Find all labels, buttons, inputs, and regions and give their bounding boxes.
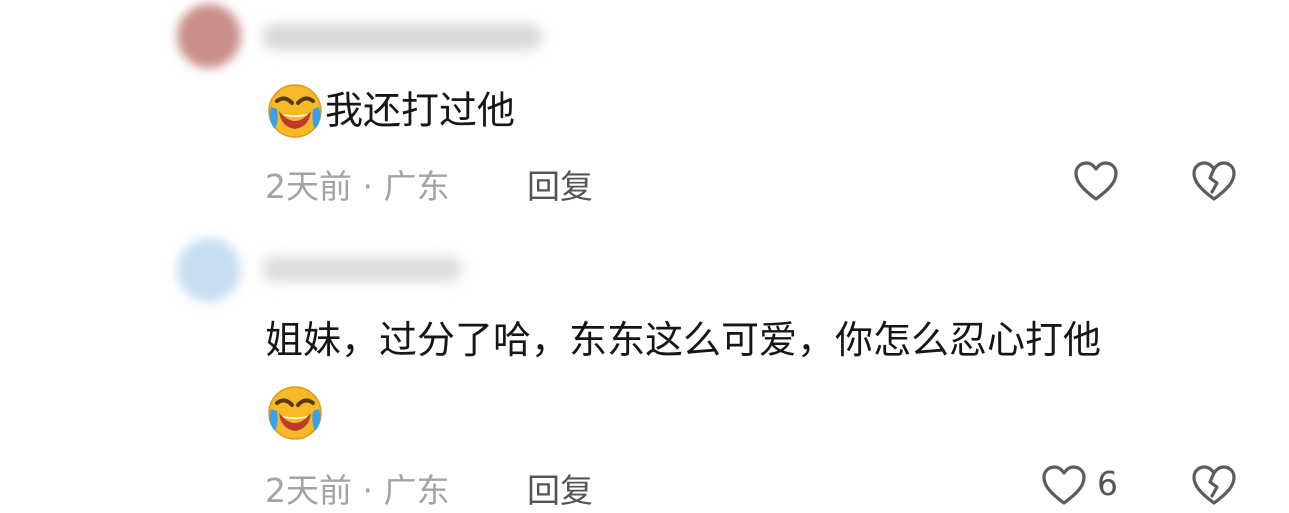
avatar[interactable] xyxy=(177,4,241,68)
comment-emoji-row xyxy=(265,380,325,443)
comment-text: 我还打过他 xyxy=(325,88,516,133)
avatar[interactable] xyxy=(177,238,241,302)
comment-text: 姐妹，过分了哈，东东这么可爱，你怎么忍心打他 xyxy=(265,318,1102,362)
comment-item: 姐妹，过分了哈，东东这么可爱，你怎么忍心打他 2天前 · 广东 回复 6 xyxy=(0,230,1289,513)
crying-laughing-emoji-icon xyxy=(265,383,325,443)
broken-heart-icon xyxy=(1191,464,1237,506)
crying-laughing-emoji-icon xyxy=(265,81,325,141)
comment-item: 我还打过他 2天前 · 广东 回复 xyxy=(0,0,1289,230)
dislike-button[interactable] xyxy=(1188,459,1240,511)
heart-outline-icon xyxy=(1041,464,1087,506)
comment-time-location: 2天前 · 广东 xyxy=(265,471,450,510)
username-blurred[interactable] xyxy=(262,256,462,282)
comment-text-row: 我还打过他 xyxy=(265,78,515,141)
reply-button[interactable]: 回复 xyxy=(527,464,593,512)
dislike-button[interactable] xyxy=(1188,155,1240,207)
broken-heart-icon xyxy=(1191,160,1237,202)
heart-outline-icon xyxy=(1073,160,1119,202)
like-count: 6 xyxy=(1097,464,1118,503)
like-button[interactable] xyxy=(1038,459,1090,511)
comment-time-location: 2天前 · 广东 xyxy=(265,167,450,206)
reply-button[interactable]: 回复 xyxy=(527,160,593,208)
username-blurred[interactable] xyxy=(262,24,542,50)
like-button[interactable] xyxy=(1070,155,1122,207)
